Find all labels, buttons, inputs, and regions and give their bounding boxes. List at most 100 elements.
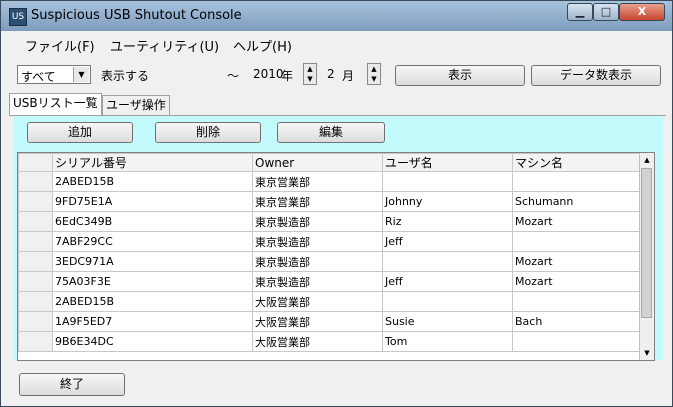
spin-up-icon[interactable]: ▲: [304, 64, 316, 74]
cell-owner[interactable]: 大阪営業部: [252, 291, 383, 312]
window-title: Suspicious USB Shutout Console: [31, 8, 242, 23]
exit-button[interactable]: 終了: [19, 373, 125, 396]
row-header[interactable]: [18, 251, 53, 272]
cell-username[interactable]: Susie: [382, 311, 513, 332]
spin-down-icon[interactable]: ▼: [304, 74, 316, 84]
cell-username[interactable]: Johnny: [382, 191, 513, 212]
close-button[interactable]: X: [619, 3, 665, 21]
row-header[interactable]: [18, 291, 53, 312]
cell-serial[interactable]: 2ABED15B: [52, 171, 253, 192]
cell-owner[interactable]: 大阪営業部: [252, 311, 383, 332]
scroll-thumb[interactable]: [641, 168, 652, 318]
tab-user-operations[interactable]: ユーザ操作: [102, 95, 170, 115]
month-value: 2: [327, 67, 335, 81]
cell-machine[interactable]: [512, 231, 643, 252]
cell-serial[interactable]: 1A9F5ED7: [52, 311, 253, 332]
cell-username[interactable]: Riz: [382, 211, 513, 232]
table-row[interactable]: 75A03F3E 東京製造部 Jeff Mozart: [18, 271, 643, 292]
row-header[interactable]: [18, 231, 53, 252]
app-window: US Suspicious USB Shutout Console ▁ □ X …: [0, 0, 673, 407]
app-icon: US: [9, 8, 27, 26]
cell-owner[interactable]: 大阪営業部: [252, 331, 383, 352]
add-button[interactable]: 追加: [27, 122, 133, 143]
cell-serial[interactable]: 9FD75E1A: [52, 191, 253, 212]
year-unit: 年: [281, 69, 294, 83]
row-header[interactable]: [18, 211, 53, 232]
table-row[interactable]: 2ABED15B 大阪営業部: [18, 291, 643, 312]
cell-machine[interactable]: [512, 331, 643, 352]
cell-serial[interactable]: 3EDC971A: [52, 251, 253, 272]
cell-machine[interactable]: Schumann: [512, 191, 643, 212]
table-row[interactable]: 3EDC971A 東京製造部 Mozart: [18, 251, 643, 272]
table-row[interactable]: 1A9F5ED7 大阪営業部 Susie Bach: [18, 311, 643, 332]
row-header-corner: [18, 153, 53, 172]
cell-machine[interactable]: [512, 291, 643, 312]
cell-machine[interactable]: Mozart: [512, 211, 643, 232]
edit-button[interactable]: 編集: [277, 122, 385, 143]
tab-strip: USBリスト一覧 ユーザ操作: [9, 93, 666, 116]
scroll-down-icon[interactable]: ▼: [640, 346, 654, 360]
menu-bar: ファイル(F) ユーティリティ(U) ヘルプ(H): [9, 32, 666, 56]
cell-owner[interactable]: 東京製造部: [252, 251, 383, 272]
cell-username[interactable]: [382, 291, 513, 312]
column-header-owner[interactable]: Owner: [252, 153, 383, 172]
row-header[interactable]: [18, 271, 53, 292]
spin-down-icon[interactable]: ▼: [368, 74, 380, 84]
row-header[interactable]: [18, 191, 53, 212]
column-header-machine[interactable]: マシン名: [512, 153, 643, 172]
cell-owner[interactable]: 東京製造部: [252, 271, 383, 292]
table-row[interactable]: 9FD75E1A 東京営業部 Johnny Schumann: [18, 191, 643, 212]
cell-serial[interactable]: 6EdC349B: [52, 211, 253, 232]
cell-machine[interactable]: Mozart: [512, 251, 643, 272]
table-row[interactable]: 2ABED15B 東京営業部: [18, 171, 643, 192]
delete-button[interactable]: 削除: [155, 122, 261, 143]
year-value: 2010: [253, 67, 284, 81]
cell-username[interactable]: [382, 251, 513, 272]
menu-file[interactable]: ファイル(F): [25, 36, 95, 55]
range-tilde: ～: [227, 69, 240, 83]
table-row[interactable]: 9B6E34DC 大阪営業部 Tom: [18, 331, 643, 352]
title-bar[interactable]: US Suspicious USB Shutout Console ▁ □ X: [1, 1, 672, 31]
tab-usb-list[interactable]: USBリスト一覧: [9, 93, 102, 115]
minimize-button[interactable]: ▁: [567, 3, 593, 21]
chevron-down-icon[interactable]: ▼: [73, 67, 89, 82]
filter-select[interactable]: すべて ▼: [17, 65, 91, 84]
month-spinner[interactable]: ▲ ▼: [367, 63, 381, 85]
cell-serial[interactable]: 9B6E34DC: [52, 331, 253, 352]
cell-serial[interactable]: 7ABF29CC: [52, 231, 253, 252]
display-label: 表示する: [101, 69, 150, 83]
show-button[interactable]: 表示: [395, 65, 525, 86]
menu-utility[interactable]: ユーティリティ(U): [110, 36, 219, 55]
table-row[interactable]: 7ABF29CC 東京製造部 Jeff: [18, 231, 643, 252]
scroll-up-icon[interactable]: ▲: [640, 153, 654, 167]
cell-serial[interactable]: 2ABED15B: [52, 291, 253, 312]
column-header-serial[interactable]: シリアル番号: [52, 153, 253, 172]
cell-machine[interactable]: Mozart: [512, 271, 643, 292]
row-header[interactable]: [18, 311, 53, 332]
row-header[interactable]: [18, 331, 53, 352]
filter-toolbar: すべて ▼ 表示する ～ 2010 年 ▲ ▼ 2 月 ▲ ▼ 表示 データ数表示: [9, 57, 666, 93]
row-header[interactable]: [18, 171, 53, 192]
maximize-button[interactable]: □: [593, 3, 619, 21]
cell-owner[interactable]: 東京営業部: [252, 191, 383, 212]
data-count-button[interactable]: データ数表示: [531, 65, 661, 86]
table-row[interactable]: 6EdC349B 東京製造部 Riz Mozart: [18, 211, 643, 232]
cell-machine[interactable]: Bach: [512, 311, 643, 332]
usb-table: シリアル番号 Owner ユーザ名 マシン名 2ABED15B 東京営業部 9FD…: [18, 153, 643, 352]
spin-up-icon[interactable]: ▲: [368, 64, 380, 74]
year-spinner[interactable]: ▲ ▼: [303, 63, 317, 85]
cell-username[interactable]: Jeff: [382, 231, 513, 252]
cell-username[interactable]: Jeff: [382, 271, 513, 292]
vertical-scrollbar[interactable]: ▲ ▼: [639, 153, 654, 360]
cell-username[interactable]: [382, 171, 513, 192]
cell-owner[interactable]: 東京製造部: [252, 211, 383, 232]
cell-machine[interactable]: [512, 171, 643, 192]
column-header-username[interactable]: ユーザ名: [382, 153, 513, 172]
cell-serial[interactable]: 75A03F3E: [52, 271, 253, 292]
cell-username[interactable]: Tom: [382, 331, 513, 352]
footer-bar: 終了: [9, 363, 666, 401]
cell-owner[interactable]: 東京製造部: [252, 231, 383, 252]
usb-data-grid: シリアル番号 Owner ユーザ名 マシン名 2ABED15B 東京営業部 9FD…: [17, 152, 655, 361]
menu-help[interactable]: ヘルプ(H): [233, 36, 292, 55]
cell-owner[interactable]: 東京営業部: [252, 171, 383, 192]
